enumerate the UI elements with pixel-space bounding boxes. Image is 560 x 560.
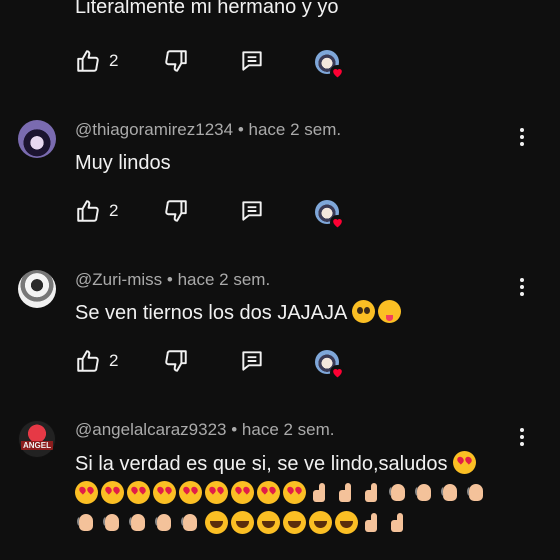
waving-hand-emoji [127,511,150,534]
grinning-face-emoji [335,511,358,534]
dislike-button[interactable] [163,48,189,74]
waving-hand-emoji [101,511,124,534]
grinning-face-emoji [231,511,254,534]
like-count: 2 [109,51,119,70]
comment-author[interactable]: @Zuri-miss [75,270,162,289]
reply-icon [242,351,262,371]
waving-hand-emoji [75,511,98,534]
heart-eyes-emoji [205,481,228,504]
comment-text: Se ven tiernos los dos JAJAJA [75,299,535,328]
comment-text-content: Si la verdad es que si, se ve lindo,salu… [75,453,448,475]
like-button[interactable]: 2 [75,348,118,374]
comment-time[interactable]: hace 2 sem. [249,120,342,139]
comment-meta: @thiagoramirez1234 • hace 2 sem. [75,120,341,140]
creator-heart [315,50,345,80]
grinning-face-emoji [205,511,228,534]
dislike-button[interactable] [163,198,189,224]
winking-tongue-emoji [377,300,401,323]
waving-hand-emoji [413,481,436,504]
comment-item: ANGEL @angelalcaraz9323 • hace 2 sem. Si… [0,420,560,560]
comment-meta: @angelalcaraz9323 • hace 2 sem. [75,420,335,440]
like-button[interactable]: 2 [75,198,118,224]
like-count: 2 [109,351,119,370]
dislike-icon [165,200,187,222]
heart-eyes-emoji [101,481,124,504]
waving-hand-emoji [465,481,488,504]
reply-button[interactable] [239,348,265,374]
thumbs-up-emoji [361,481,384,504]
waving-hand-emoji [439,481,462,504]
dislike-icon [165,50,187,72]
pleading-face-emoji [351,300,375,323]
thumbs-up-emoji [309,481,332,504]
avatar[interactable] [18,270,56,308]
comment-author[interactable]: @thiagoramirez1234 [75,120,233,139]
heart-eyes-emoji [153,481,176,504]
reply-icon [242,201,262,221]
thumbs-up-emoji [361,511,384,534]
comment-actions: 2 [75,198,375,230]
creator-heart-icon [333,68,342,78]
heart-eyes-emoji [127,481,150,504]
avatar-logo-text: ANGEL [21,441,53,450]
comment-time[interactable]: hace 2 sem. [242,420,335,439]
comment-text: Literalmente mi hermano y yo [75,0,339,18]
like-button[interactable]: 2 [75,48,118,74]
waving-hand-emoji [179,511,202,534]
comment-actions: 2 [75,48,375,80]
heart-eyes-emoji [75,481,98,504]
waving-hand-emoji [153,511,176,534]
creator-heart [315,200,345,230]
comment-actions: 2 [75,348,375,380]
creator-heart-icon [333,368,342,378]
meta-separator: • [166,270,173,289]
heart-eyes-emoji [453,451,477,474]
grinning-face-emoji [309,511,332,534]
comment-author[interactable]: @angelalcaraz9323 [75,420,226,439]
thumbs-up-emoji [387,511,410,534]
reply-icon [242,51,262,71]
comment-item: @Zuri-miss • hace 2 sem. Se ven tiernos … [0,270,560,390]
meta-separator: • [231,420,238,439]
heart-eyes-emoji [231,481,254,504]
comment-time[interactable]: hace 2 sem. [178,270,271,289]
grinning-face-emoji [283,511,306,534]
avatar[interactable] [18,120,56,158]
reply-button[interactable] [239,198,265,224]
comment-item: @thiagoramirez1234 • hace 2 sem. Muy lin… [0,120,560,240]
more-vert-icon[interactable] [512,422,532,452]
like-count: 2 [109,201,119,220]
avatar[interactable]: ANGEL [18,420,56,458]
creator-heart [315,350,345,380]
more-vert-icon[interactable] [512,122,532,152]
dislike-button[interactable] [163,348,189,374]
thumbs-up-emoji [335,481,358,504]
heart-eyes-emoji [283,481,306,504]
creator-heart-icon [333,218,342,228]
comment-text: Muy lindos [75,152,171,174]
waving-hand-emoji [387,481,410,504]
dislike-icon [165,350,187,372]
like-icon [77,50,99,72]
like-icon [77,200,99,222]
reply-button[interactable] [239,48,265,74]
grinning-face-emoji [257,511,280,534]
comment-text-content: Se ven tiernos los dos JAJAJA [75,302,347,324]
more-vert-icon[interactable] [512,272,532,302]
comment-meta: @Zuri-miss • hace 2 sem. [75,270,270,290]
heart-eyes-emoji [179,481,202,504]
meta-separator: • [237,120,244,139]
heart-eyes-emoji [257,481,280,504]
like-icon [77,350,99,372]
comment-text: Si la verdad es que si, se ve lindo,salu… [75,449,535,539]
